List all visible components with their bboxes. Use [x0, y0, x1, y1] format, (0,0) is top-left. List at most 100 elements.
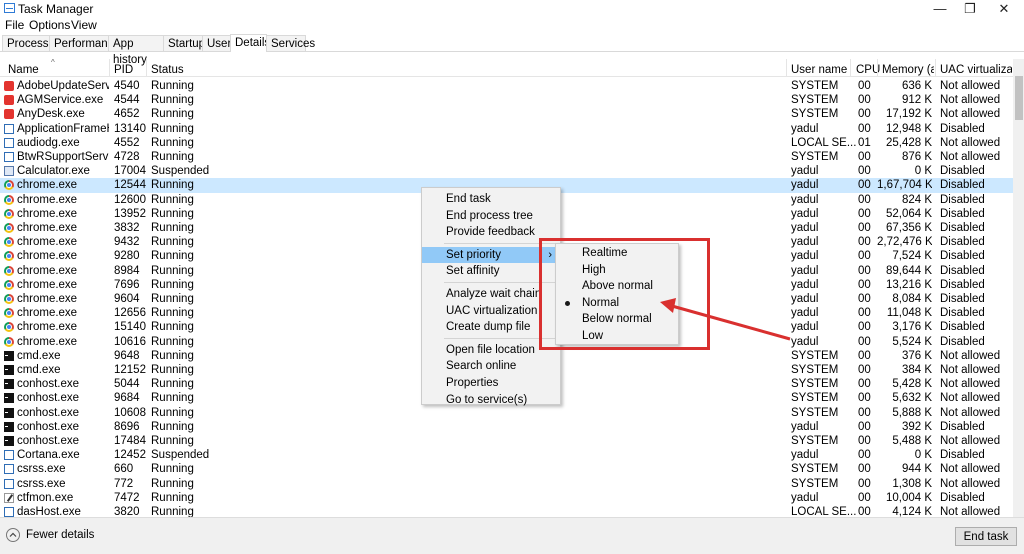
menu-item-end-process-tree[interactable]: End process tree [422, 208, 560, 224]
table-row[interactable]: AnyDesk.exe 4652 Running SYSTEM 00 17,192 K No… [0, 107, 1013, 121]
tab-startup[interactable]: Startup [163, 35, 205, 51]
tab-performance[interactable]: Performance [49, 35, 120, 51]
cell-cpu: 00 [858, 151, 871, 163]
cell-uac: Disabled [940, 236, 985, 249]
cell-pid: 3832 [114, 222, 140, 234]
cell-uac: Not allowed [940, 477, 1001, 490]
cell-pid: 17484 [114, 435, 146, 447]
cell-memory: 8,084 K [892, 293, 932, 305]
header-name[interactable]: Name [8, 64, 39, 76]
column-separator[interactable] [786, 59, 787, 76]
process-cmd-icon [4, 350, 14, 361]
cell-pid: 13140 [114, 122, 146, 135]
menu-item-go-to-service-s[interactable]: Go to service(s) [422, 392, 560, 408]
process-chrome-icon [4, 208, 14, 219]
cell-user: yadul [791, 307, 819, 320]
menu-file[interactable]: File [5, 18, 24, 32]
table-row[interactable]: AGMService.exe 4544 Running SYSTEM 00 912 K No… [0, 93, 1013, 107]
cell-status: Running [151, 335, 194, 348]
process-chrome-icon [4, 336, 14, 347]
cell-uac: Disabled [940, 335, 985, 348]
table-row[interactable]: ctfmon.exe 7472 Running yadul 00 10,004 K Disa… [0, 491, 1013, 505]
menu-item-properties[interactable]: Properties [422, 375, 560, 391]
table-row[interactable]: BtwRSupportService.... 4728 Running SYSTEM 0… [0, 150, 1013, 164]
cell-name: chrome.exe [17, 307, 78, 320]
end-task-button[interactable]: End task [955, 527, 1017, 546]
cell-memory: 392 K [901, 420, 932, 433]
column-separator[interactable] [935, 59, 936, 76]
menu-options[interactable]: Options [29, 18, 70, 32]
menu-view[interactable]: View [71, 18, 97, 32]
tab-services[interactable]: Services [266, 35, 315, 51]
cell-uac: Disabled [940, 278, 985, 291]
tab-app-history[interactable]: App history [108, 35, 164, 66]
fewer-details-chevron-icon[interactable] [6, 528, 20, 542]
table-row[interactable]: Calculator.exe 17004 Suspended yadul 00 0 K Di… [0, 164, 1013, 178]
table-row[interactable]: AdobeUpdateService... 4540 Running SYSTEM 00… [0, 79, 1013, 93]
menu-item-search-online[interactable]: Search online [422, 358, 560, 374]
cell-cpu: 00 [858, 236, 871, 249]
process-blue-icon [4, 137, 14, 148]
task-manager-icon [4, 3, 15, 13]
cell-uac: Disabled [940, 122, 985, 135]
maximize-button[interactable]: ❐ [955, 0, 985, 17]
cell-status: Running [151, 108, 194, 121]
header-uac-virtualization[interactable]: UAC virtualizat... [940, 64, 1012, 76]
scrollbar-thumb[interactable] [1015, 76, 1023, 120]
tab-processes[interactable]: Processes [2, 35, 61, 51]
column-separator[interactable] [146, 59, 147, 76]
fewer-details-link[interactable]: Fewer details [26, 529, 94, 541]
header-status[interactable]: Status [151, 64, 184, 76]
process-blue-icon [4, 123, 14, 134]
cell-pid: 9648 [114, 349, 140, 362]
table-row[interactable]: csrss.exe 660 Running SYSTEM 00 944 K Not allo… [0, 462, 1013, 476]
cell-name: chrome.exe [17, 321, 78, 334]
close-button[interactable]: ✕ [989, 0, 1019, 17]
cell-uac: Disabled [940, 250, 985, 263]
cell-cpu: 00 [858, 222, 871, 234]
cell-pid: 772 [114, 477, 134, 490]
vertical-scrollbar[interactable] [1013, 59, 1024, 517]
column-separator[interactable] [109, 59, 110, 76]
table-row[interactable]: audiodg.exe 4552 Running LOCAL SE... 01 25,42… [0, 136, 1013, 150]
table-row[interactable]: conhost.exe 10608 Running SYSTEM 00 5,888 K No… [0, 406, 1013, 420]
cell-status: Running [151, 193, 194, 206]
cell-name: ctfmon.exe [17, 491, 74, 504]
tab-users[interactable]: Users [202, 35, 237, 51]
table-row[interactable]: conhost.exe 8696 Running yadul 00 392 K Disabl… [0, 420, 1013, 434]
cell-user: SYSTEM [791, 435, 839, 447]
table-row[interactable]: csrss.exe 772 Running SYSTEM 00 1,308 K Not al… [0, 477, 1013, 491]
header-pid[interactable]: PID [114, 64, 133, 76]
column-separator[interactable] [877, 59, 878, 76]
cell-name: AdobeUpdateService... [17, 80, 109, 92]
cell-status: Running [151, 420, 194, 433]
menu-item-label: Provide feedback [446, 226, 535, 239]
cell-user: LOCAL SE... [791, 136, 857, 149]
header-memory[interactable]: Memory (a... [882, 64, 934, 76]
header-user-name[interactable]: User name [791, 64, 847, 76]
table-row[interactable]: ApplicationFrameHo... 13140 Running yadul 00… [0, 122, 1013, 136]
cell-pid: 8984 [114, 264, 140, 277]
table-row[interactable]: conhost.exe 17484 Running SYSTEM 00 5,488 K No… [0, 434, 1013, 448]
cell-user: SYSTEM [791, 364, 839, 376]
minimize-button[interactable]: — [925, 0, 955, 17]
menu-item-end-task[interactable]: End task [422, 191, 560, 207]
cell-uac: Disabled [940, 207, 985, 220]
cell-cpu: 00 [858, 264, 871, 277]
process-cmd-icon [4, 393, 14, 404]
cell-user: SYSTEM [791, 463, 839, 476]
process-chrome-icon [4, 265, 14, 276]
cell-user: SYSTEM [791, 108, 839, 121]
cell-cpu: 00 [858, 321, 871, 334]
cell-pid: 4540 [114, 80, 140, 92]
table-row[interactable]: Cortana.exe 12452 Suspended yadul 00 0 K Disab… [0, 448, 1013, 462]
tab-details[interactable]: Details [230, 34, 270, 52]
column-separator[interactable] [850, 59, 851, 76]
cell-name: ApplicationFrameHo... [17, 122, 109, 135]
menu-bar: File Options View [0, 17, 1024, 33]
cell-uac: Not allowed [940, 463, 1001, 476]
cell-uac: Disabled [940, 491, 985, 504]
footer-bar: Fewer details End task [0, 517, 1024, 554]
cell-user: yadul [791, 179, 819, 192]
process-cmd-icon [4, 436, 14, 446]
